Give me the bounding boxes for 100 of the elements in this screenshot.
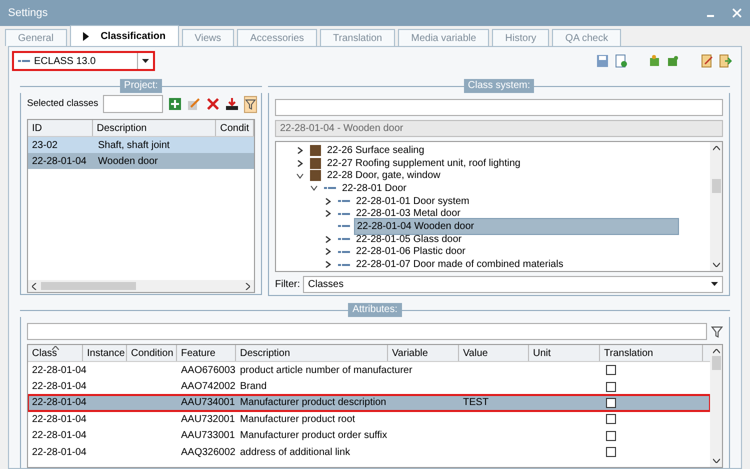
column-header[interactable]: Translation (600, 345, 703, 361)
search-input[interactable] (275, 99, 723, 116)
caret-icon[interactable] (142, 59, 149, 63)
tree-item[interactable]: 22-28 Door, gate, window (325, 168, 442, 184)
table-cell-text: 22-28-01-04 (31, 396, 88, 410)
class-icon (338, 262, 350, 268)
close-icon[interactable] (732, 8, 742, 18)
filter-toggle[interactable] (244, 96, 258, 112)
puzzle-icon[interactable] (648, 54, 662, 68)
dropdown-value: ECLASS 13.0 (34, 54, 97, 68)
table-cell-text: AAU734001 (180, 396, 236, 410)
attribute-row[interactable]: 22-28-01-04 AAU734001 Manufacturer product description TEST (28, 394, 710, 412)
tree-item[interactable]: 22-27 Roofing supplement unit, roof lighting (325, 156, 522, 171)
column-header[interactable]: Class (28, 345, 83, 361)
scroll-thumb[interactable] (712, 356, 720, 370)
class-icon (338, 223, 350, 230)
table-cell-text: 22-28-01-04 (31, 446, 88, 460)
translation-checkbox[interactable] (606, 430, 616, 441)
attribute-row[interactable]: 22-28-01-04 AAO676003 product article number of manufacturer (28, 362, 710, 378)
selected-classes-label: Selected classes (27, 96, 98, 111)
scroll-thumb[interactable] (41, 282, 136, 290)
delete-icon[interactable] (206, 97, 220, 111)
expand-chevron-icon[interactable] (325, 196, 331, 206)
table-cell-text: Manufacturer product description (239, 396, 388, 410)
tree-item[interactable]: 22-28-01-06 Plastic door (354, 244, 468, 260)
tree-item[interactable]: 22-28-01-04 Wooden door (354, 218, 679, 235)
class-system-dropdown[interactable]: ECLASS 13.0 (12, 51, 155, 71)
expand-chevron-icon[interactable] (325, 209, 331, 218)
edit-document-icon[interactable] (700, 54, 714, 68)
collapse-chevron-icon[interactable] (296, 172, 304, 179)
class-icon (338, 236, 350, 242)
expand-chevron-icon[interactable] (325, 247, 331, 256)
column-header[interactable]: Value (459, 345, 529, 361)
attribute-search-input[interactable] (27, 323, 707, 340)
class-icon (324, 185, 336, 192)
scroll-thumb[interactable] (712, 179, 720, 193)
scroll-right-icon[interactable] (245, 282, 250, 290)
expand-chevron-icon[interactable] (325, 260, 331, 270)
attribute-row[interactable]: 22-28-01-04 AAU733001 Manufacturer product order suffix (28, 428, 710, 444)
translation-checkbox[interactable] (606, 447, 616, 458)
filter-dropdown[interactable]: Classes (303, 276, 723, 293)
translation-checkbox[interactable] (606, 382, 616, 392)
scroll-left-icon[interactable] (32, 282, 37, 290)
table-cell-text: address of additional link (239, 446, 352, 460)
tree-item[interactable]: 22-28-01 Door (340, 180, 408, 196)
vertical-scrollbar[interactable] (710, 142, 722, 271)
scroll-down-icon[interactable] (712, 458, 720, 463)
edit-icon[interactable] (187, 97, 202, 111)
expand-chevron-icon[interactable] (297, 146, 303, 155)
puzzle-icon[interactable] (666, 54, 680, 68)
column-header[interactable]: Feature (177, 345, 236, 361)
save-icon[interactable] (596, 54, 610, 68)
column-header[interactable]: Description (92, 120, 216, 136)
translation-checkbox[interactable] (606, 414, 616, 424)
table-cell-text: 22-28-01-04 (31, 364, 88, 378)
column-header[interactable]: Condit (216, 120, 254, 136)
table-row[interactable]: 22-28-01-04 Wooden door (28, 153, 254, 169)
table-cell-text: Manufacturer product order suffix (239, 429, 388, 444)
translation-checkbox[interactable] (606, 365, 616, 376)
scroll-up-icon[interactable] (712, 349, 720, 354)
table-cell-text: AAO676003 (180, 364, 236, 378)
filter-icon (245, 98, 256, 110)
group-legend: Class system: (464, 79, 534, 93)
attribute-row[interactable]: 22-28-01-04 AAQ326002 address of additional link (28, 444, 710, 460)
tree-item[interactable]: 22-26 Surface sealing (325, 142, 426, 158)
vertical-scrollbar[interactable] (710, 345, 722, 467)
horizontal-scrollbar[interactable] (28, 280, 254, 292)
translation-checkbox[interactable] (606, 398, 616, 408)
column-header[interactable]: Condition (127, 345, 177, 361)
class-icon (338, 210, 350, 217)
tree-item[interactable]: 22-28-01-07 Door made of combined materials (354, 257, 566, 271)
filter-label: Filter: (275, 278, 300, 292)
export-icon[interactable] (718, 54, 732, 68)
table-cell-text: Wooden door (97, 154, 159, 168)
column-header[interactable]: ID (28, 120, 93, 136)
scroll-down-icon[interactable] (712, 262, 720, 267)
expand-chevron-icon[interactable] (297, 158, 303, 168)
table-row[interactable]: 23-02 Shaft, shaft joint (28, 137, 254, 153)
class-path-field: 22-28-01-04 - Wooden door (275, 120, 723, 137)
add-icon[interactable] (168, 97, 182, 111)
scroll-up-icon[interactable] (712, 146, 720, 151)
collapse-chevron-icon[interactable] (310, 185, 318, 192)
column-header[interactable]: Instance (83, 345, 127, 361)
document-icon[interactable] (614, 54, 628, 68)
triangle-icon (82, 32, 89, 40)
column-header[interactable]: Variable (388, 345, 459, 361)
table-cell-text: Shaft, shaft joint (97, 138, 171, 152)
column-header[interactable]: Description (236, 345, 388, 361)
category-image-icon (310, 158, 321, 169)
attribute-row[interactable]: 22-28-01-04 AAU732001 Manufacturer product root (28, 411, 710, 428)
filter-icon[interactable] (711, 326, 723, 338)
tab[interactable]: Classification (70, 25, 179, 46)
column-header[interactable]: Unit (529, 345, 600, 361)
expand-chevron-icon[interactable] (325, 234, 331, 244)
selected-classes-input[interactable] (103, 95, 164, 113)
import-icon[interactable] (225, 97, 240, 111)
attribute-row[interactable]: 22-28-01-04 AAO742002 Brand (28, 378, 710, 395)
tree-item[interactable]: 22-28-01-01 Door system (354, 194, 472, 209)
sort-ascending-icon (52, 346, 59, 350)
table-cell-text: Brand (239, 380, 268, 394)
